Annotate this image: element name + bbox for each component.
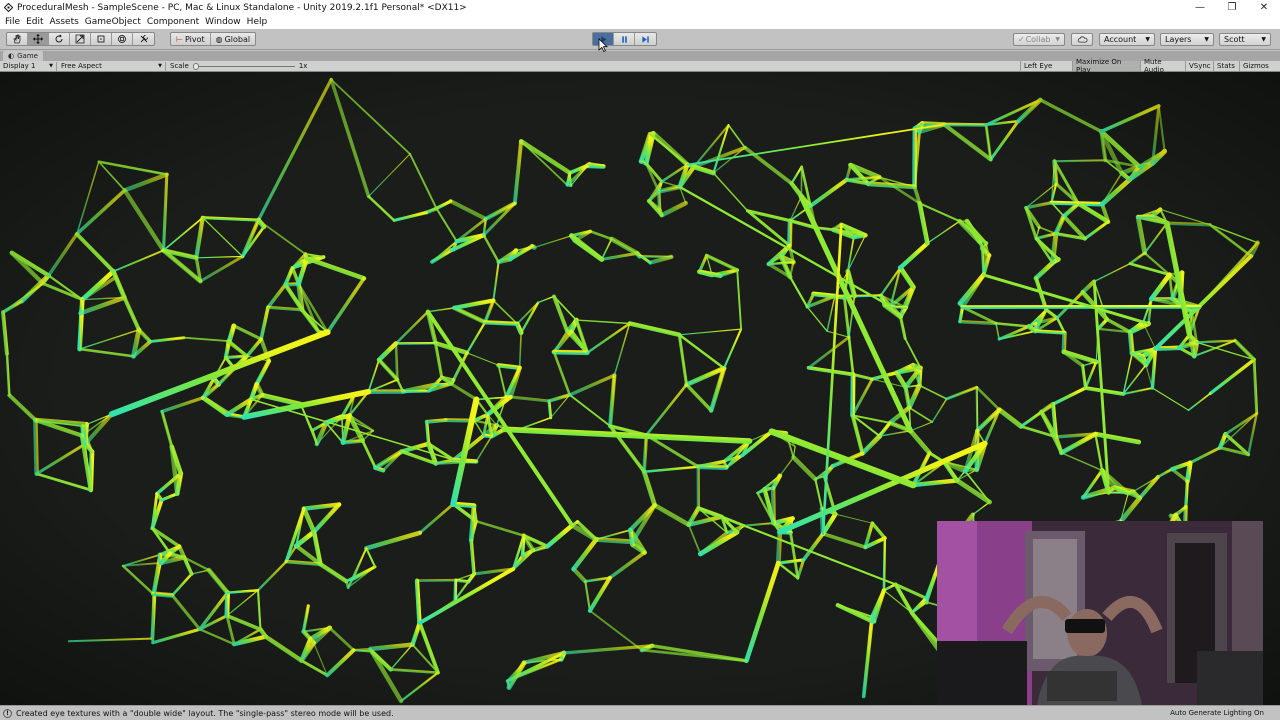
menu-window[interactable]: Window bbox=[202, 17, 244, 27]
scale-value: 1x bbox=[298, 62, 308, 70]
account-dropdown[interactable]: Account ▼ bbox=[1099, 33, 1155, 46]
layout-label: Scott bbox=[1224, 35, 1245, 44]
pivot-label: Pivot bbox=[184, 34, 205, 44]
transform-tool-button[interactable] bbox=[112, 33, 133, 45]
pivot-icon: ⊢ bbox=[176, 34, 183, 44]
tab-game[interactable]: ◐ Game bbox=[3, 51, 43, 61]
rotate-tool-button[interactable] bbox=[49, 33, 70, 45]
dropdown-arrow-icon: ▼ bbox=[1145, 36, 1150, 43]
account-label: Account bbox=[1104, 35, 1137, 44]
maximize-on-play-toggle[interactable]: Maximize On Play bbox=[1072, 58, 1140, 74]
move-tool-button[interactable] bbox=[28, 33, 49, 45]
menu-edit[interactable]: Edit bbox=[23, 17, 46, 27]
rect-tool-button[interactable] bbox=[91, 33, 112, 45]
scale-slider-thumb[interactable] bbox=[192, 62, 199, 70]
aspect-label: Free Aspect bbox=[61, 62, 102, 70]
layers-dropdown[interactable]: Layers ▼ bbox=[1160, 33, 1214, 46]
stats-label: Stats bbox=[1217, 62, 1235, 70]
status-bar: ! Created eye textures with a "double wi… bbox=[0, 705, 1280, 720]
rect-transform-icon bbox=[97, 35, 105, 43]
game-view-toolbar: Display 1 ▼ Free Aspect ▼ Scale 1x Left … bbox=[0, 58, 1280, 74]
aspect-dropdown[interactable]: Free Aspect ▼ bbox=[57, 61, 166, 71]
collab-label: Collab bbox=[1025, 35, 1051, 44]
pivot-global-toggles: ⊢ Pivot ◍ Global bbox=[170, 32, 257, 46]
hand-icon bbox=[13, 34, 21, 44]
hand-tool-button[interactable] bbox=[7, 33, 28, 45]
scale-slider[interactable] bbox=[192, 62, 295, 70]
vsync-label: VSync bbox=[1189, 62, 1211, 70]
cloud-button[interactable] bbox=[1071, 33, 1093, 46]
webcam-feed-image bbox=[937, 521, 1263, 705]
scale-tool-button[interactable] bbox=[70, 33, 91, 45]
vsync-toggle[interactable]: VSync bbox=[1185, 61, 1213, 71]
check-icon: ✓ bbox=[1018, 35, 1025, 44]
layout-dropdown[interactable]: Scott ▼ bbox=[1219, 33, 1271, 46]
stats-toggle[interactable]: Stats bbox=[1213, 61, 1239, 71]
transform-icon bbox=[118, 35, 126, 43]
globe-icon: ◍ bbox=[215, 34, 223, 44]
minimize-button[interactable]: — bbox=[1184, 0, 1216, 15]
transform-tools bbox=[6, 32, 155, 46]
info-icon: ! bbox=[3, 708, 12, 718]
auto-lighting-status[interactable]: Auto Generate Lighting On bbox=[1170, 709, 1264, 717]
custom-tool-button[interactable] bbox=[133, 33, 154, 45]
menu-assets[interactable]: Assets bbox=[47, 17, 82, 27]
gizmos-label: Gizmos bbox=[1243, 62, 1269, 70]
status-message[interactable]: Created eye textures with a "double wide… bbox=[16, 709, 394, 718]
menu-help[interactable]: Help bbox=[244, 17, 271, 27]
move-arrows-icon bbox=[33, 34, 43, 44]
scale-label: Scale bbox=[170, 62, 189, 70]
maximize-button[interactable]: ❐ bbox=[1216, 0, 1248, 15]
dropdown-arrow-icon: ▼ bbox=[49, 63, 53, 69]
scale-icon bbox=[75, 34, 85, 44]
global-label: Global bbox=[224, 34, 251, 44]
display-dropdown[interactable]: Display 1 ▼ bbox=[0, 61, 57, 71]
dropdown-arrow-icon: ▼ bbox=[1261, 36, 1266, 43]
dropdown-arrow-icon: ▼ bbox=[1204, 36, 1209, 43]
game-viewport[interactable] bbox=[0, 72, 1280, 705]
collab-dropdown[interactable]: ✓ Collab ▼ bbox=[1013, 33, 1065, 46]
display-label: Display 1 bbox=[3, 62, 36, 70]
unity-logo-icon bbox=[3, 3, 13, 13]
mouse-cursor-icon bbox=[598, 38, 608, 52]
cloud-icon bbox=[1077, 36, 1087, 43]
menu-component[interactable]: Component bbox=[144, 17, 202, 27]
step-button[interactable] bbox=[635, 33, 656, 45]
left-eye-label: Left Eye bbox=[1024, 62, 1053, 70]
game-controller-icon: ◐ bbox=[8, 52, 15, 60]
pivot-toggle[interactable]: ⊢ Pivot bbox=[171, 33, 211, 45]
window-title-bar: ProceduralMesh - SampleScene - PC, Mac &… bbox=[0, 0, 1280, 15]
menu-bar: File Edit Assets GameObject Component Wi… bbox=[0, 15, 1280, 29]
menu-file[interactable]: File bbox=[2, 17, 23, 27]
main-toolbar: ⊢ Pivot ◍ Global ✓ Collab ▼ Account ▼ La… bbox=[0, 29, 1280, 50]
tab-game-label: Game bbox=[17, 52, 38, 60]
wrench-icon bbox=[140, 35, 148, 43]
dropdown-arrow-icon: ▼ bbox=[1055, 36, 1060, 43]
layers-label: Layers bbox=[1165, 35, 1192, 44]
step-icon bbox=[642, 35, 649, 43]
pause-icon bbox=[621, 35, 627, 43]
mute-audio-toggle[interactable]: Mute Audio bbox=[1140, 58, 1185, 74]
webcam-overlay bbox=[937, 521, 1263, 705]
global-toggle[interactable]: ◍ Global bbox=[211, 33, 256, 45]
pause-button[interactable] bbox=[614, 33, 635, 45]
left-eye-dropdown[interactable]: Left Eye bbox=[1020, 61, 1072, 71]
gizmos-dropdown[interactable]: Gizmos bbox=[1239, 61, 1280, 71]
window-title: ProceduralMesh - SampleScene - PC, Mac &… bbox=[17, 2, 467, 13]
rotate-icon bbox=[55, 34, 63, 43]
close-button[interactable]: ✕ bbox=[1248, 0, 1280, 15]
dropdown-arrow-icon: ▼ bbox=[158, 63, 162, 69]
menu-gameobject[interactable]: GameObject bbox=[82, 17, 144, 27]
